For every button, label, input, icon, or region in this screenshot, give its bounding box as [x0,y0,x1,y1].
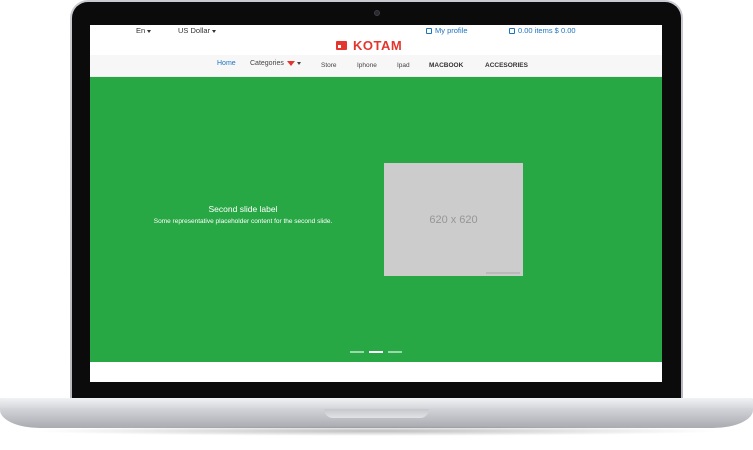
carousel-indicator-2[interactable] [369,351,383,353]
laptop-notch [324,409,429,418]
language-label: En [136,26,146,35]
cart-link[interactable]: 0.00 items $ 0.00 [509,26,576,35]
hero-carousel[interactable]: Second slide label Some representative p… [90,77,662,362]
carousel-indicators [90,351,662,355]
store-icon [336,40,347,50]
camera-icon [374,10,380,16]
user-icon [426,28,432,34]
my-profile-label: My profile [435,26,468,35]
carousel-indicator-1[interactable] [350,351,364,353]
caption-text: Some representative placeholder content … [153,218,333,225]
nav-item-ipad[interactable]: Ipad [397,62,410,69]
header-topbar: En US Dollar My profile 0.00 items $ 0.0… [90,25,662,55]
laptop-screen: En US Dollar My profile 0.00 items $ 0.0… [90,25,662,382]
carousel-indicator-3[interactable] [388,351,402,353]
carousel-caption: Second slide label Some representative p… [90,204,396,225]
nav-item-accesories[interactable]: ACCESORIES [485,62,528,69]
nav-item-macbook[interactable]: MACBOOK [429,62,463,69]
cart-label: 0.00 items $ 0.00 [518,26,576,35]
site-logo[interactable]: KOTAM [336,37,402,53]
placeholder-image-label: 620 x 620 [429,213,478,226]
laptop-base-top [0,398,753,408]
laptop-mockup: En US Dollar My profile 0.00 items $ 0.0… [0,0,753,450]
caret-down-icon [296,61,301,65]
caret-down-icon [147,29,152,33]
currency-label: US Dollar [178,26,211,35]
image-credit [486,272,520,274]
language-dropdown[interactable]: En [136,26,152,35]
my-profile-link[interactable]: My profile [426,26,468,35]
nav-item-iphone[interactable]: Iphone [357,62,377,69]
nav-item-label: Categories [250,60,284,67]
currency-dropdown[interactable]: US Dollar [178,26,217,35]
caption-title: Second slide label [208,204,278,214]
cart-icon [509,28,515,34]
logo-text: KOTAM [353,37,403,53]
laptop-shadow [30,426,723,436]
heart-icon [286,60,295,66]
placeholder-image: 620 x 620 [384,163,523,276]
nav-item-categories[interactable]: Categories [250,60,301,67]
nav-item-home[interactable]: Home [217,60,236,67]
nav-item-store[interactable]: Store [321,62,337,69]
main-nav: Home Categories Store Iphone Ipad MACBOO… [90,55,662,77]
caret-down-icon [212,29,217,33]
